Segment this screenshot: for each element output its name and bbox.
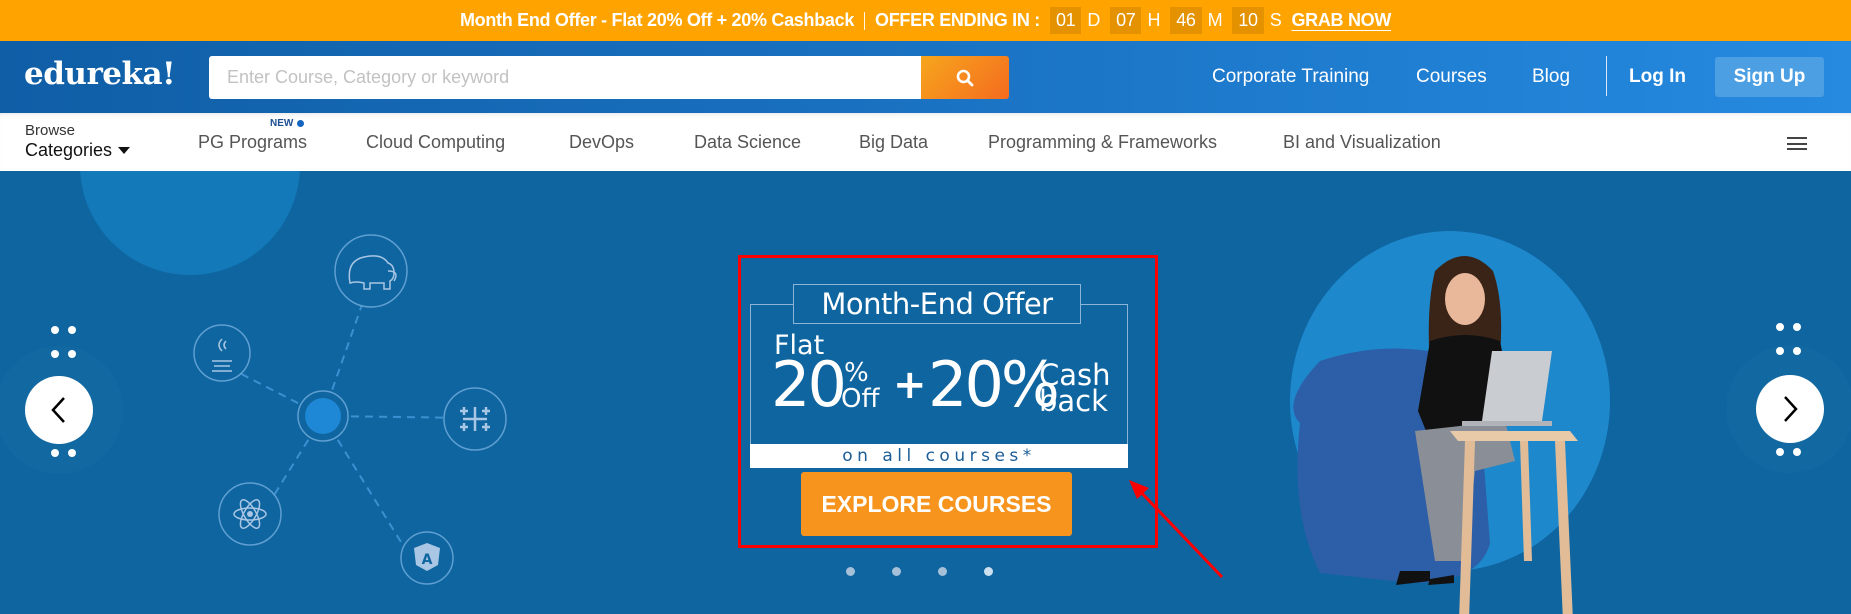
signup-button[interactable]: Sign Up [1715,57,1824,97]
browse-categories-dropdown[interactable]: Browse Categories [25,122,131,161]
hero-carousel: A Month-End Offer Flat 20 % Off + 20% Ca… [0,171,1851,614]
nav-link[interactable]: Courses [1416,66,1487,88]
edureka-logo[interactable]: edureka! [24,56,176,92]
category-programming-frameworks[interactable]: Programming & Frameworks [988,132,1217,153]
grab-now-link[interactable]: GRAB NOW [1291,10,1391,31]
browse-label: Browse [25,122,76,139]
offer-headline: Month End Offer - Flat 20% Off + 20% Cas… [459,10,855,30]
search-button[interactable] [921,56,1009,99]
pager-dot-1[interactable] [846,567,855,576]
category-pg-programs[interactable]: PG Programs [198,132,307,153]
category-cloud-computing[interactable]: Cloud Computing [366,132,505,153]
countdown-unit: D [1087,10,1101,30]
category-bi-visualization[interactable]: BI and Visualization [1283,132,1441,153]
nav-courses[interactable]: Courses [1416,41,1487,113]
offer-banner: Month End Offer - Flat 20% Off + 20% Cas… [0,0,1851,41]
caret-down-icon [118,146,131,154]
nav-blog[interactable]: Blog [1532,41,1570,113]
pager-dot-3[interactable] [938,567,947,576]
countdown-minutes: 46 [1170,7,1202,34]
offer-ending-label: OFFER ENDING IN : [875,10,1040,30]
divider [864,11,866,30]
login-button[interactable]: Log In [1629,41,1686,113]
login-link[interactable]: Log In [1629,66,1686,88]
new-badge: NEW [270,118,305,129]
countdown-days: 01 [1049,7,1082,34]
divider [1606,56,1607,96]
dot-icon [297,120,305,127]
nav-link[interactable]: Blog [1532,66,1570,88]
new-badge-label: NEW [270,118,294,129]
countdown-hours: 07 [1110,7,1142,34]
main-header: edureka! Corporate Training Courses Blog… [0,41,1851,113]
nav-corporate-training[interactable]: Corporate Training [1212,41,1369,113]
categories-label: Categories [25,140,113,160]
search-icon [956,69,974,86]
category-nav: Browse Categories NEW PG Programs Cloud … [0,113,1851,171]
category-data-science[interactable]: Data Science [694,132,801,153]
category-big-data[interactable]: Big Data [859,132,928,153]
countdown-unit: H [1147,10,1161,30]
category-devops[interactable]: DevOps [569,132,634,153]
pager-dot-2[interactable] [892,567,901,576]
hamburger-icon[interactable] [1787,137,1807,150]
woman-with-laptop-image [1293,256,1578,614]
countdown-unit: M [1207,10,1223,30]
nav-link[interactable]: Corporate Training [1212,66,1369,88]
pager-dot-4[interactable] [984,567,993,576]
carousel-pager [846,567,993,576]
search-input[interactable] [209,56,921,99]
countdown-seconds: 10 [1232,7,1264,34]
countdown-unit: S [1269,10,1282,30]
